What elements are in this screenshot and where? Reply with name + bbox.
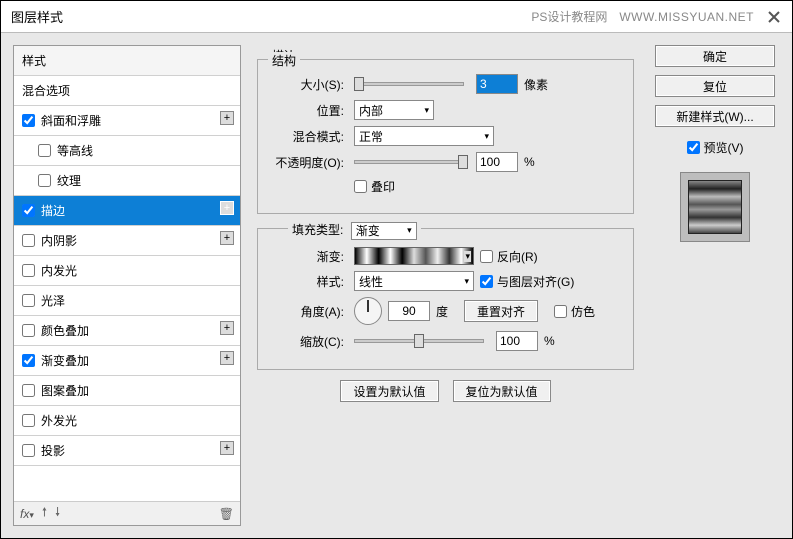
watermark-site: PS设计教程网 — [531, 8, 607, 25]
action-panel: 确定 复位 新建样式(W)... 预览(V) — [650, 45, 780, 526]
sidebar-item-checkbox[interactable] — [22, 204, 35, 217]
reverse-checkbox[interactable]: 反向(R) — [480, 248, 538, 265]
scale-slider[interactable] — [354, 339, 484, 343]
sidebar-item-5[interactable]: 内发光 — [14, 256, 240, 286]
overprint-checkbox[interactable]: 叠印 — [354, 178, 395, 195]
add-effect-icon[interactable]: + — [220, 321, 234, 335]
sidebar-item-checkbox[interactable] — [22, 414, 35, 427]
scale-label: 缩放(C): — [268, 333, 348, 350]
sidebar-item-checkbox[interactable] — [22, 444, 35, 457]
opacity-input[interactable] — [476, 152, 518, 172]
angle-input[interactable] — [388, 301, 430, 321]
sidebar-item-label: 内发光 — [41, 262, 77, 279]
fx-label[interactable]: fx▾ — [20, 507, 34, 521]
align-checkbox[interactable]: 与图层对齐(G) — [480, 273, 574, 290]
size-input[interactable] — [476, 74, 518, 94]
reset-align-button[interactable]: 重置对齐 — [464, 300, 538, 322]
sidebar-item-4[interactable]: 内阴影 + — [14, 226, 240, 256]
scale-unit: % — [544, 334, 555, 348]
gradient-picker[interactable]: ▾ — [354, 247, 474, 265]
sidebar-blend-options[interactable]: 混合选项 — [14, 76, 240, 106]
cancel-button[interactable]: 复位 — [655, 75, 775, 97]
trash-icon[interactable]: 🗑 — [219, 507, 234, 521]
reset-default-button[interactable]: 复位为默认值 — [453, 380, 551, 402]
new-style-button[interactable]: 新建样式(W)... — [655, 105, 775, 127]
sidebar-item-checkbox[interactable] — [22, 114, 35, 127]
sidebar-item-checkbox[interactable] — [38, 144, 51, 157]
blend-mode-select[interactable]: 正常▾ — [354, 126, 494, 146]
add-effect-icon[interactable]: + — [220, 111, 234, 125]
size-unit: 像素 — [524, 76, 548, 93]
angle-label: 角度(A): — [268, 303, 348, 320]
styles-header[interactable]: 样式 — [14, 46, 240, 76]
watermark-url: WWW.MISSYUAN.NET — [619, 10, 754, 24]
blend-label: 混合模式: — [268, 128, 348, 145]
sidebar-item-1[interactable]: 等高线 — [14, 136, 240, 166]
sidebar-item-checkbox[interactable] — [22, 234, 35, 247]
dither-checkbox[interactable]: 仿色 — [554, 303, 595, 320]
size-slider[interactable] — [354, 82, 464, 86]
size-label: 大小(S): — [268, 76, 348, 93]
sidebar-footer: fx▾ 🠕 🠗 🗑 — [14, 501, 240, 525]
preview-checkbox[interactable]: 预览(V) — [687, 139, 744, 156]
scale-input[interactable] — [496, 331, 538, 351]
sidebar-item-label: 斜面和浮雕 — [41, 112, 101, 129]
style-label: 样式: — [268, 273, 348, 290]
sidebar-item-label: 颜色叠加 — [41, 322, 89, 339]
filltype-label-grp: 填充类型: 渐变▾ — [288, 221, 421, 240]
ok-button[interactable]: 确定 — [655, 45, 775, 67]
gradient-label: 渐变: — [268, 248, 348, 265]
opacity-slider[interactable] — [354, 160, 464, 164]
sidebar-item-9[interactable]: 图案叠加 — [14, 376, 240, 406]
add-effect-icon[interactable]: + — [220, 441, 234, 455]
add-effect-icon[interactable]: + — [220, 201, 234, 215]
gradient-style-select[interactable]: 线性▾ — [354, 271, 474, 291]
arrow-down-icon[interactable]: 🠗 — [55, 503, 60, 524]
set-default-button[interactable]: 设置为默认值 — [340, 380, 438, 402]
sidebar-item-checkbox[interactable] — [22, 354, 35, 367]
close-icon[interactable] — [766, 9, 782, 25]
sidebar-item-label: 描边 — [41, 202, 65, 219]
angle-unit: 度 — [436, 303, 448, 320]
angle-dial[interactable] — [354, 297, 382, 325]
add-effect-icon[interactable]: + — [220, 231, 234, 245]
sidebar-item-checkbox[interactable] — [22, 324, 35, 337]
settings-panel: 描边 结构 大小(S): 像素 位置: 内部▾ 混合模式: — [251, 45, 640, 526]
sidebar-item-checkbox[interactable] — [38, 174, 51, 187]
sidebar-item-10[interactable]: 外发光 — [14, 406, 240, 436]
filltype-select[interactable]: 渐变▾ — [351, 222, 417, 240]
position-label: 位置: — [268, 102, 348, 119]
sidebar-item-label: 图案叠加 — [41, 382, 89, 399]
styles-sidebar: 样式 混合选项 斜面和浮雕+等高线纹理描边+内阴影+内发光光泽颜色叠加+渐变叠加… — [13, 45, 241, 526]
sidebar-item-6[interactable]: 光泽 — [14, 286, 240, 316]
sidebar-item-checkbox[interactable] — [22, 264, 35, 277]
sidebar-item-3[interactable]: 描边 + — [14, 196, 240, 226]
dialog-title: 图层样式 — [11, 7, 63, 26]
sidebar-item-label: 渐变叠加 — [41, 352, 89, 369]
preview-thumbnail — [680, 172, 750, 242]
sidebar-item-label: 内阴影 — [41, 232, 77, 249]
arrow-up-icon[interactable]: 🠕 — [42, 503, 47, 524]
position-select[interactable]: 内部▾ — [354, 100, 434, 120]
sidebar-item-8[interactable]: 渐变叠加 + — [14, 346, 240, 376]
sidebar-item-2[interactable]: 纹理 — [14, 166, 240, 196]
sidebar-item-label: 投影 — [41, 442, 65, 459]
sidebar-item-checkbox[interactable] — [22, 384, 35, 397]
opacity-label: 不透明度(O): — [268, 154, 348, 171]
add-effect-icon[interactable]: + — [220, 351, 234, 365]
style-list: 样式 混合选项 斜面和浮雕+等高线纹理描边+内阴影+内发光光泽颜色叠加+渐变叠加… — [14, 46, 240, 501]
sidebar-item-label: 光泽 — [41, 292, 65, 309]
sidebar-item-label: 外发光 — [41, 412, 77, 429]
sidebar-item-checkbox[interactable] — [22, 294, 35, 307]
sidebar-item-0[interactable]: 斜面和浮雕 + — [14, 106, 240, 136]
structure-title: 结构 — [268, 52, 300, 69]
sidebar-item-label: 等高线 — [57, 142, 93, 159]
sidebar-item-11[interactable]: 投影 + — [14, 436, 240, 466]
sidebar-item-7[interactable]: 颜色叠加 + — [14, 316, 240, 346]
opacity-unit: % — [524, 155, 535, 169]
sidebar-item-label: 纹理 — [57, 172, 81, 189]
